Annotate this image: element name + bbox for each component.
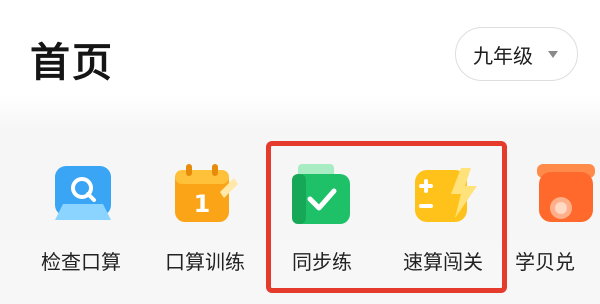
checkmark-book-icon [288, 160, 358, 230]
feature-calc-training-label: 口算训练 [165, 250, 245, 274]
feature-speed-calc-label: 速算闯关 [403, 250, 483, 274]
feature-sync-practice[interactable]: 同步练 [262, 160, 382, 280]
feature-sync-practice-label: 同步练 [292, 250, 352, 274]
calendar-one-icon: 1 [170, 160, 240, 230]
page-title: 首页 [30, 40, 114, 86]
feature-speed-calc[interactable]: 速算闯关 [383, 160, 503, 280]
feature-points-shop-label: 学贝兑 [515, 250, 575, 274]
gift-shop-icon [531, 160, 600, 230]
feature-calc-training[interactable]: 1 口算训练 [145, 160, 265, 280]
svg-text:1: 1 [194, 190, 211, 218]
feature-check-calc[interactable]: 检查口算 [21, 160, 141, 280]
feature-points-shop[interactable]: 学贝兑 [505, 160, 600, 280]
chevron-down-icon [548, 51, 558, 58]
grade-select[interactable]: 九年级 [455, 27, 578, 81]
grade-select-value: 九年级 [473, 43, 533, 68]
magnifier-tablet-icon [49, 160, 119, 230]
feature-check-calc-label: 检查口算 [41, 250, 121, 274]
plus-minus-lightning-icon [411, 160, 481, 230]
